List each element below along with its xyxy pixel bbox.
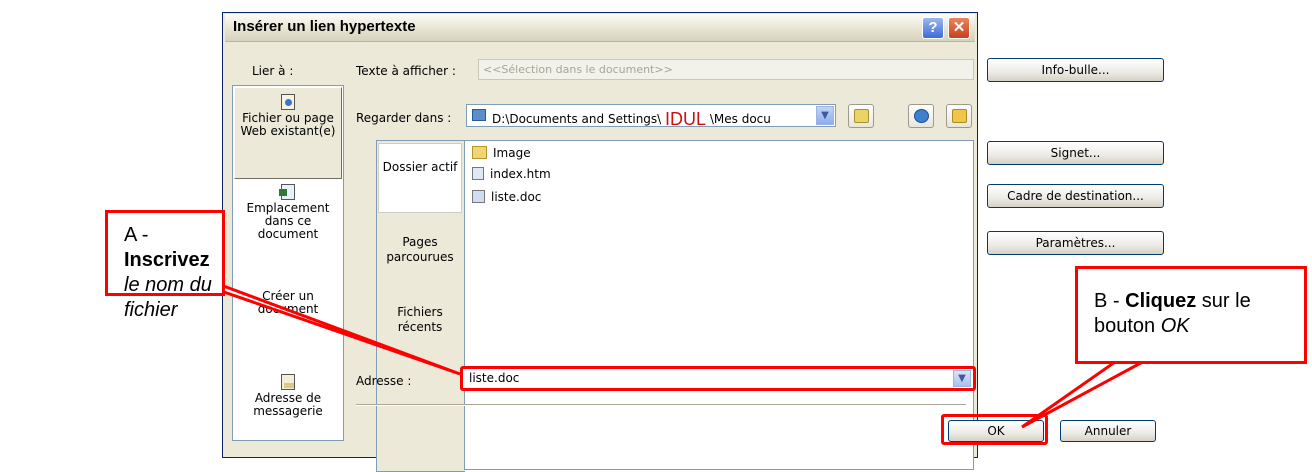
- divider: [356, 404, 966, 406]
- dialog-title: Insérer un lien hypertexte: [233, 18, 416, 35]
- globe-search-icon: [914, 109, 929, 123]
- place-browsed-pages[interactable]: Pages parcourues: [378, 235, 462, 265]
- place-current-folder[interactable]: Dossier actif: [378, 143, 462, 213]
- folder-icon: [472, 146, 487, 159]
- email-address-icon: [281, 374, 295, 390]
- browse-web-button[interactable]: [908, 104, 934, 128]
- file-name: index.htm: [490, 167, 551, 181]
- callout-a-bold: Inscrivez: [124, 249, 210, 271]
- link-type-place-in-document[interactable]: Emplacement dans ce document: [234, 184, 342, 241]
- link-type-email-address[interactable]: Adresse de messagerie: [234, 374, 342, 418]
- text-to-display-label: Texte à afficher :: [356, 64, 456, 78]
- list-item[interactable]: index.htm: [472, 166, 551, 183]
- html-file-icon: [472, 167, 484, 180]
- look-in-label: Regarder dans :: [356, 111, 452, 125]
- look-in-path: D:\Documents and Settings\ IDUL \Mes doc…: [492, 109, 771, 130]
- file-web-icon: [281, 94, 295, 110]
- up-one-folder-button[interactable]: [848, 104, 874, 128]
- bookmark-button[interactable]: Signet...: [987, 141, 1164, 165]
- word-doc-icon: [472, 190, 485, 203]
- callout-a-italic: le nom du fichier: [124, 274, 212, 321]
- file-name: Image: [493, 146, 531, 160]
- open-folder-icon: [952, 109, 967, 123]
- folder-up-icon: [854, 109, 869, 123]
- address-label: Adresse :: [356, 374, 412, 388]
- lier-a-label: Lier à :: [252, 64, 294, 78]
- text-to-display-field[interactable]: <<Sélection dans le document>>: [478, 59, 974, 80]
- link-type-label: Emplacement dans ce document: [246, 201, 330, 241]
- callout-b-prefix: B -: [1094, 290, 1126, 312]
- link-type-new-document[interactable]: Créer un document: [234, 290, 342, 316]
- link-type-label: Créer un document: [257, 289, 319, 316]
- callout-a: A - Inscrivez le nom du fichier: [105, 210, 225, 321]
- document-place-icon: [279, 184, 295, 200]
- ok-highlight: [941, 414, 1048, 445]
- drive-folder-icon: [472, 109, 486, 121]
- callout-b-bold: Cliquez: [1125, 290, 1197, 312]
- file-name: liste.doc: [491, 190, 542, 204]
- callout-b: B - Cliquez sur le bouton OK: [1075, 266, 1307, 364]
- target-frame-button[interactable]: Cadre de destination...: [987, 184, 1164, 208]
- link-type-label: Adresse de messagerie: [253, 391, 323, 418]
- link-type-existing-file[interactable]: Fichier ou page Web existant(e): [234, 87, 342, 179]
- chevron-down-icon[interactable]: ▼: [816, 106, 834, 125]
- path-idul: IDUL: [665, 109, 707, 129]
- screentip-button[interactable]: Info-bulle...: [987, 58, 1164, 82]
- callout-a-prefix: A -: [124, 224, 149, 246]
- link-type-label: Fichier ou page Web existant(e): [240, 111, 336, 138]
- browse-file-button[interactable]: [946, 104, 972, 128]
- close-button[interactable]: ✕: [948, 17, 970, 39]
- path-start: D:\Documents and Settings\: [492, 112, 666, 126]
- callout-b-italic: OK: [1160, 315, 1190, 337]
- parameters-button[interactable]: Paramètres...: [987, 231, 1164, 255]
- close-icon: ✕: [952, 19, 966, 36]
- address-highlight: [460, 366, 976, 391]
- cancel-button[interactable]: Annuler: [1060, 420, 1156, 442]
- help-button[interactable]: ?: [922, 17, 944, 39]
- list-item[interactable]: liste.doc: [472, 189, 541, 206]
- path-end: \Mes docu: [706, 112, 771, 126]
- list-item[interactable]: Image: [472, 145, 531, 162]
- place-recent-files[interactable]: Fichiers récents: [378, 305, 462, 335]
